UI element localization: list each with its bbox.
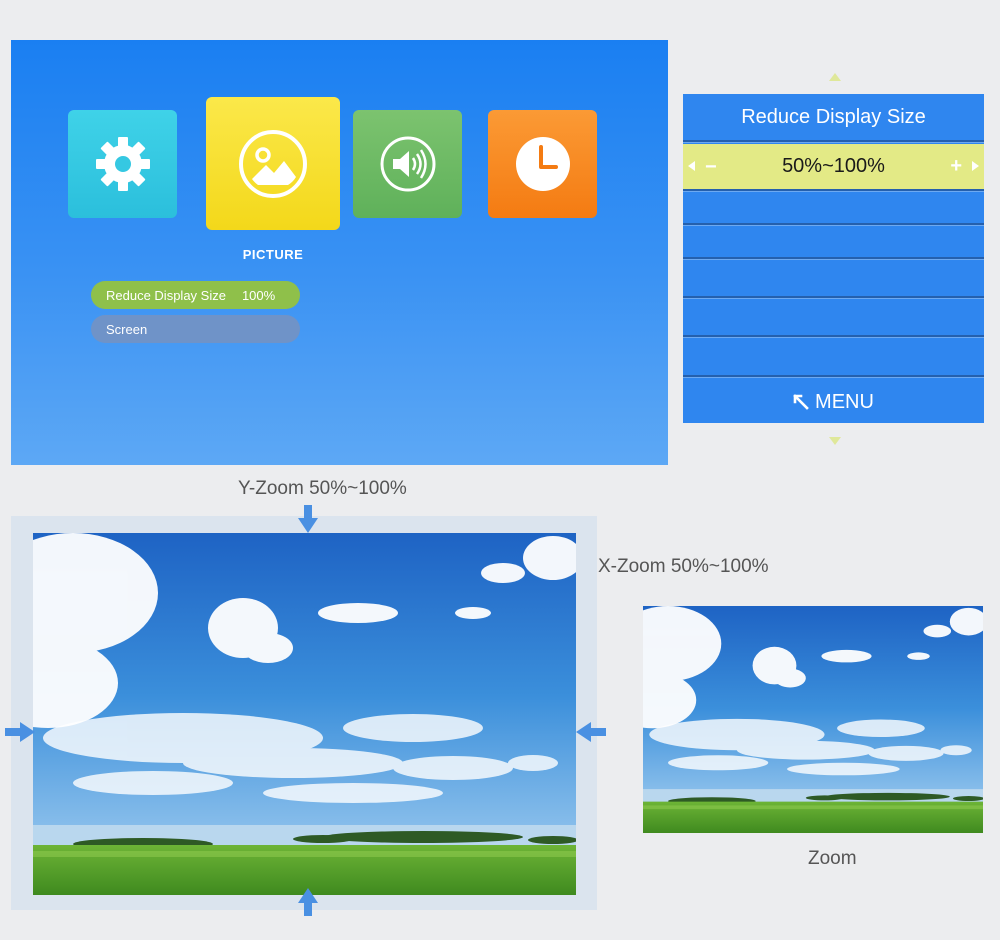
speaker-icon [380,136,435,192]
scroll-down-arrow-icon[interactable] [829,437,841,445]
zoom-caption: Zoom [808,848,857,869]
osd-divider [683,296,984,299]
setup-tile[interactable] [68,110,177,218]
picture-tile[interactable] [206,97,340,230]
osd-value-selector[interactable]: − 50%~100% + [683,144,984,189]
plus-icon[interactable]: + [950,155,962,178]
landscape-photo-zoomed [643,606,983,833]
x-zoom-left-arrow-icon [576,722,606,742]
menu-item-screen[interactable]: Screen [91,315,300,343]
menu-item-label: Reduce Display Size [106,287,226,303]
osd-divider [683,375,984,378]
osd-menu-button[interactable]: MENU [683,382,984,422]
left-arrow-icon[interactable] [688,161,695,171]
sound-tile[interactable] [353,110,462,218]
x-zoom-caption: X-Zoom 50%~100% [598,556,769,577]
minus-icon[interactable]: − [705,156,717,179]
osd-value: 50%~100% [782,155,885,177]
y-zoom-up-arrow-icon [298,888,318,916]
time-tile[interactable] [488,110,597,218]
clock-icon [515,137,570,191]
osd-panel: Reduce Display Size − 50%~100% + MENU [683,94,984,423]
scroll-up-arrow-icon[interactable] [829,73,841,81]
projector-menu-screen: PICTURE Reduce Display Size 100% Screen [11,40,668,465]
y-zoom-down-arrow-icon [298,505,318,533]
picture-icon [239,129,307,198]
osd-divider [683,140,984,143]
right-arrow-icon[interactable] [972,161,979,171]
y-zoom-caption: Y-Zoom 50%~100% [238,478,407,499]
selected-tile-caption: PICTURE [242,247,304,262]
x-zoom-right-arrow-icon [5,722,35,742]
osd-divider [683,257,984,260]
osd-divider [683,189,984,192]
menu-item-label: Screen [106,321,148,337]
gear-icon [95,137,150,191]
osd-divider [683,335,984,338]
osd-menu-label: MENU [815,390,874,413]
osd-divider [683,223,984,226]
menu-item-reduce-display-size[interactable]: Reduce Display Size 100% [91,281,300,309]
back-arrow-icon [793,394,809,410]
menu-item-value: 100% [241,287,276,303]
landscape-photo-full [33,533,576,895]
osd-title: Reduce Display Size [741,105,926,128]
